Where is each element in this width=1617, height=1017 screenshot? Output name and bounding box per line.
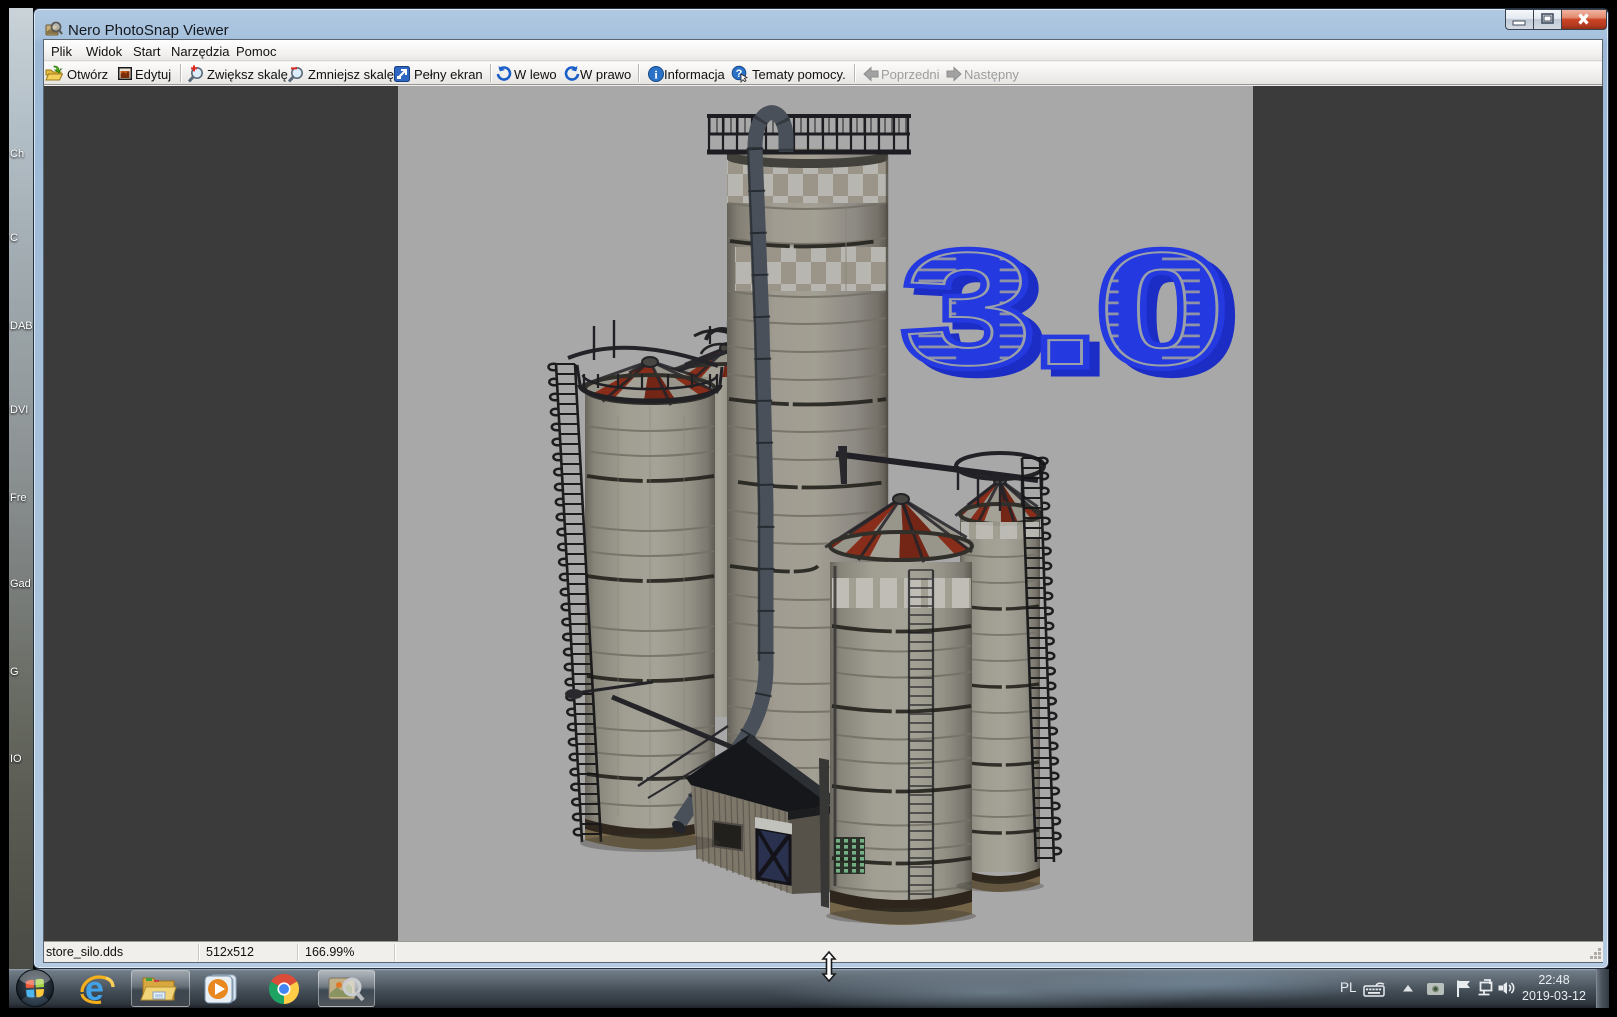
svg-text:3.0: 3.0 xyxy=(904,220,1227,398)
